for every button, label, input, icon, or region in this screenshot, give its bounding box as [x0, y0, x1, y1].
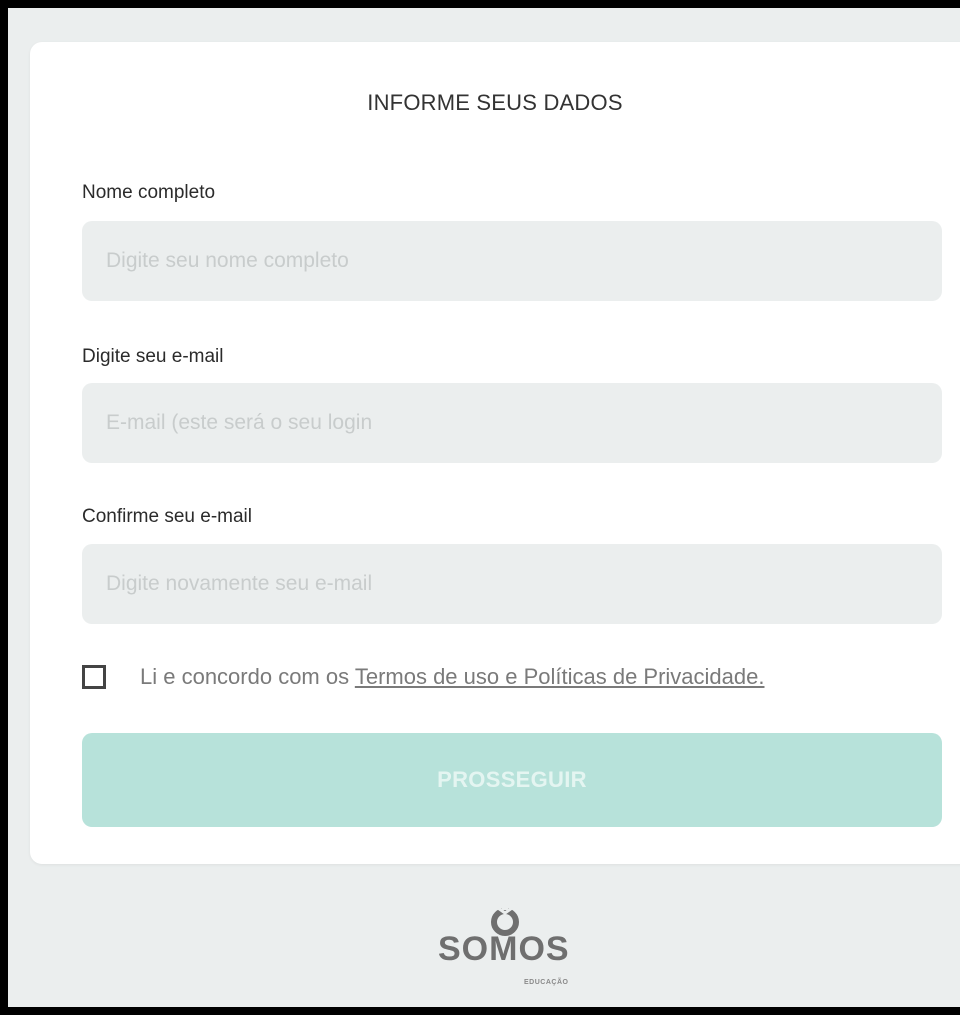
somos-logo-subtext: EDUCAÇÃO [524, 979, 569, 986]
email-label: Digite seu e-mail [82, 346, 224, 367]
terms-link[interactable]: Termos de uso e Políticas de Privacidade… [355, 664, 765, 689]
email-placeholder: E-mail (este será o seu login [106, 411, 373, 434]
proceed-button[interactable]: PROSSEGUIR [82, 733, 942, 827]
form-title: INFORME SEUS DADOS [367, 90, 623, 115]
full-name-label: Nome completo [82, 182, 216, 203]
registration-card: INFORME SEUS DADOS Nome completo Digite … [30, 42, 960, 864]
confirm-email-label: Confirme seu e-mail [82, 506, 252, 527]
confirm-email-placeholder: Digite novamente seu e-mail [106, 572, 373, 595]
full-name-placeholder: Digite seu nome completo [106, 249, 349, 272]
terms-text: Li e concordo com os Termos de uso e Pol… [140, 664, 764, 690]
confirm-email-input[interactable]: Digite novamente seu e-mail [82, 544, 942, 624]
somos-logo-text: SOMOS [438, 930, 570, 968]
page-background: INFORME SEUS DADOS Nome completo Digite … [0, 0, 960, 1015]
somos-logo: SOMOS EDUCAÇÃO [408, 903, 618, 1003]
terms-prefix: Li e concordo com os [140, 664, 355, 689]
full-name-input[interactable]: Digite seu nome completo [82, 221, 942, 301]
terms-checkbox[interactable] [82, 665, 106, 689]
terms-row: Li e concordo com os Termos de uso e Pol… [82, 660, 764, 694]
email-input[interactable]: E-mail (este será o seu login [82, 383, 942, 463]
